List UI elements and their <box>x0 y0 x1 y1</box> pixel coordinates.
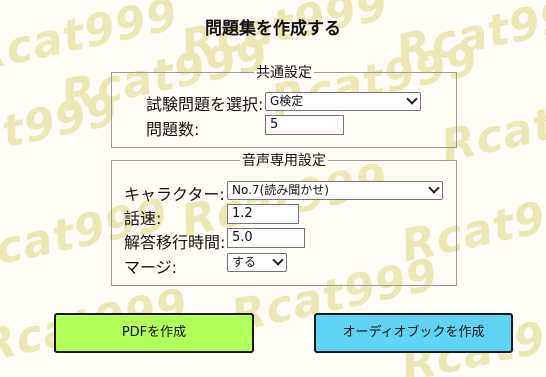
common-settings-legend: 共通設定 <box>256 65 312 81</box>
speed-label: 話速: <box>124 209 162 228</box>
character-select-value: No.7(読み聞かせ) <box>232 183 329 197</box>
chevron-down-icon <box>406 93 418 105</box>
speed-input[interactable]: 1.2 <box>227 204 299 224</box>
question-count-input[interactable]: 5 <box>265 115 344 135</box>
exam-select-label: 試験問題を選択: <box>146 95 264 114</box>
merge-label: マージ: <box>124 258 178 277</box>
exam-select-value: G検定 <box>270 94 304 108</box>
exam-select[interactable]: G検定 <box>265 92 421 111</box>
chevron-down-icon <box>428 182 440 194</box>
character-select[interactable]: No.7(読み聞かせ) <box>227 181 443 200</box>
create-pdf-button[interactable]: PDFを作成 <box>54 313 254 353</box>
answer-delay-input[interactable]: 5.0 <box>227 228 305 248</box>
question-count-label: 問題数: <box>146 120 200 139</box>
merge-select[interactable]: する <box>227 253 287 272</box>
create-audiobook-button[interactable]: オーディオブックを作成 <box>314 313 513 353</box>
merge-select-value: する <box>232 255 257 269</box>
answer-delay-label: 解答移行時間: <box>124 233 226 252</box>
character-select-label: キャラクター: <box>124 185 225 204</box>
audio-settings-legend: 音声専用設定 <box>242 153 326 169</box>
chevron-down-icon <box>272 254 284 266</box>
page-title: 問題集を作成する <box>205 19 341 39</box>
